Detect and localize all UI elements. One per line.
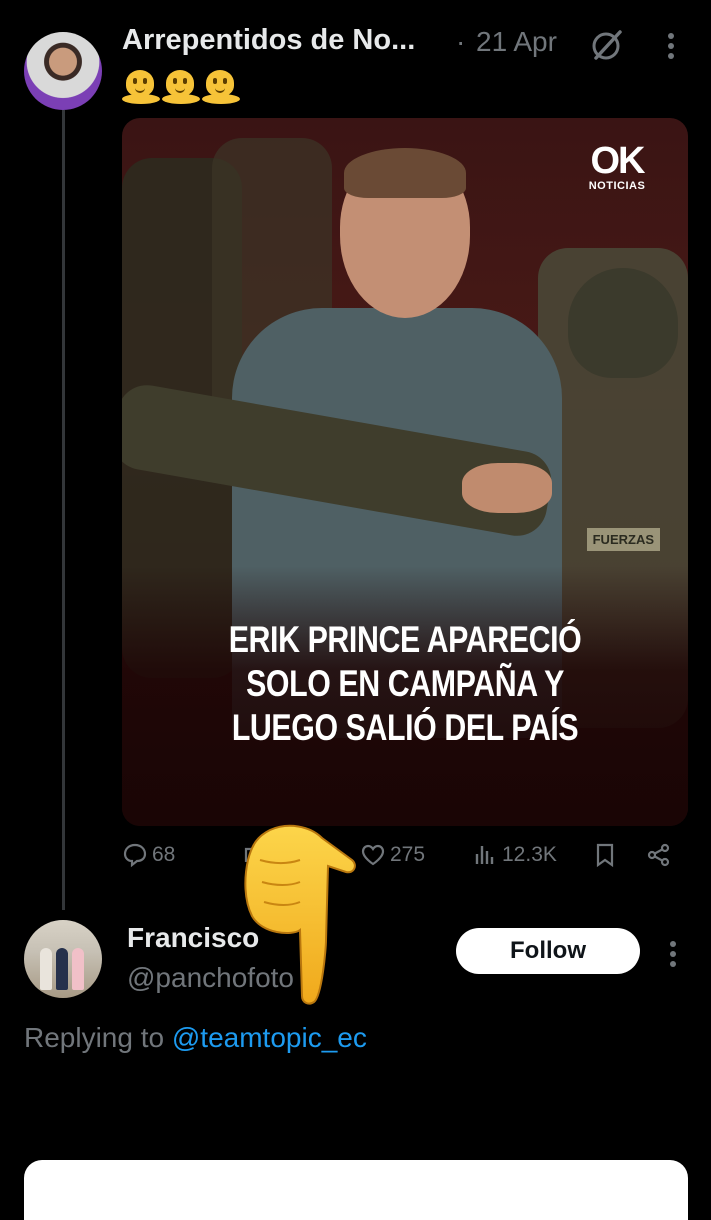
author-avatar[interactable]: [24, 32, 102, 110]
grok-icon[interactable]: [590, 28, 624, 62]
ok-noticias-logo: OK NOTICIAS: [588, 140, 646, 192]
headline-line: LUEGO SALIÓ DEL PAÍS: [231, 707, 579, 748]
melting-face-emoji: [202, 68, 240, 104]
post-date[interactable]: 21 Apr: [476, 26, 557, 58]
share-icon: [647, 843, 670, 867]
more-vertical-icon[interactable]: [656, 28, 686, 64]
follow-button[interactable]: Follow: [456, 928, 640, 974]
reply-action[interactable]: 68: [122, 842, 175, 868]
reply-author-avatar[interactable]: [24, 920, 102, 998]
media-headline: ERIK PRINCE APARECIÓ SOLO EN CAMPAÑA Y L…: [173, 618, 637, 750]
tweet-text: [122, 68, 240, 104]
like-action[interactable]: 275: [360, 842, 425, 868]
views-icon: [475, 846, 494, 864]
headline-line: SOLO EN CAMPAÑA Y: [246, 663, 564, 704]
views-action[interactable]: 12.3K: [472, 842, 557, 868]
more-vertical-icon[interactable]: [658, 936, 688, 972]
thread-line: [62, 110, 65, 910]
heart-icon: [361, 844, 385, 866]
melting-face-emoji: [162, 68, 200, 104]
reply-icon: [123, 843, 147, 868]
tweet-actions: 68 275 12.3K: [122, 842, 688, 882]
headline-line: ERIK PRINCE APARECIÓ: [228, 619, 582, 660]
like-count: 275: [390, 843, 426, 866]
reply-count: 68: [152, 843, 176, 866]
pointing-hand-emoji: [244, 824, 356, 1005]
reply-composer[interactable]: [24, 1160, 688, 1220]
author-name[interactable]: Arrepentidos de No...: [122, 24, 415, 57]
bookmark-icon: [596, 843, 614, 868]
views-count: 12.3K: [502, 843, 557, 866]
uniform-badge: FUERZAS: [586, 528, 660, 551]
replying-to-line: Replying to @teamtopic_ec: [24, 1022, 367, 1054]
separator-dot: ·: [456, 26, 466, 57]
bookmark-action[interactable]: [592, 842, 618, 868]
melting-face-emoji: [122, 68, 160, 104]
tweet-media-image[interactable]: FUERZAS OK NOTICIAS ERIK PRINCE APARECIÓ…: [122, 118, 688, 826]
replying-to-link[interactable]: @teamtopic_ec: [172, 1022, 367, 1053]
share-action[interactable]: [646, 842, 672, 868]
replying-prefix: Replying to: [24, 1022, 165, 1053]
